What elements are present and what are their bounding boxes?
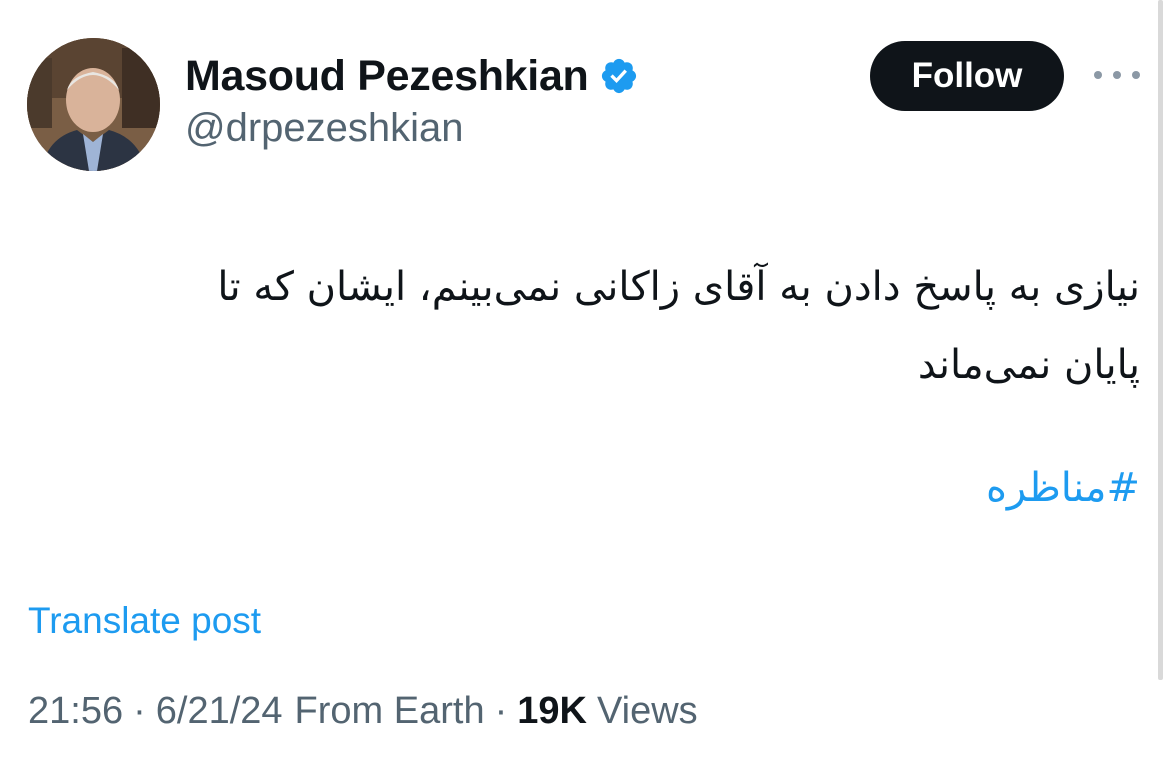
more-options-icon[interactable] <box>1094 60 1140 90</box>
post-text-line: نیازی به پاسخ دادن به آقای زاکانی نمی‌بی… <box>217 264 1140 310</box>
avatar[interactable] <box>27 38 160 171</box>
views-count[interactable]: 19K <box>517 690 587 733</box>
post-metadata: 21:56 · 6/21/24 From Earth · 19K Views <box>28 690 698 733</box>
translate-post-link[interactable]: Translate post <box>28 600 261 642</box>
more-dot <box>1113 71 1121 79</box>
verified-badge-icon[interactable] <box>599 56 639 96</box>
post-date[interactable]: 6/21/24 <box>156 690 283 733</box>
hashtag-link[interactable]: #مناظره <box>60 456 1140 520</box>
author-handle[interactable]: @drpezeshkian <box>185 106 464 151</box>
author-name-row: Masoud Pezeshkian <box>185 50 639 102</box>
separator-dot: · <box>133 690 146 732</box>
more-dot <box>1132 71 1140 79</box>
post-location: From Earth <box>294 690 485 732</box>
views-label: Views <box>596 690 698 732</box>
display-name[interactable]: Masoud Pezeshkian <box>185 52 589 101</box>
more-dot <box>1094 71 1102 79</box>
post-time[interactable]: 21:56 <box>28 690 123 733</box>
separator-dot: · <box>494 690 508 732</box>
post-text: نیازی به پاسخ دادن به آقای زاکانی نمی‌بی… <box>60 248 1140 404</box>
scrollbar[interactable] <box>1158 0 1163 680</box>
post-text-line: پایان نمی‌ماند <box>917 342 1140 388</box>
avatar-photo <box>27 38 160 171</box>
tweet-card: Masoud Pezeshkian @drpezeshkian Follow ن… <box>0 0 1170 770</box>
follow-button[interactable]: Follow <box>870 41 1064 111</box>
